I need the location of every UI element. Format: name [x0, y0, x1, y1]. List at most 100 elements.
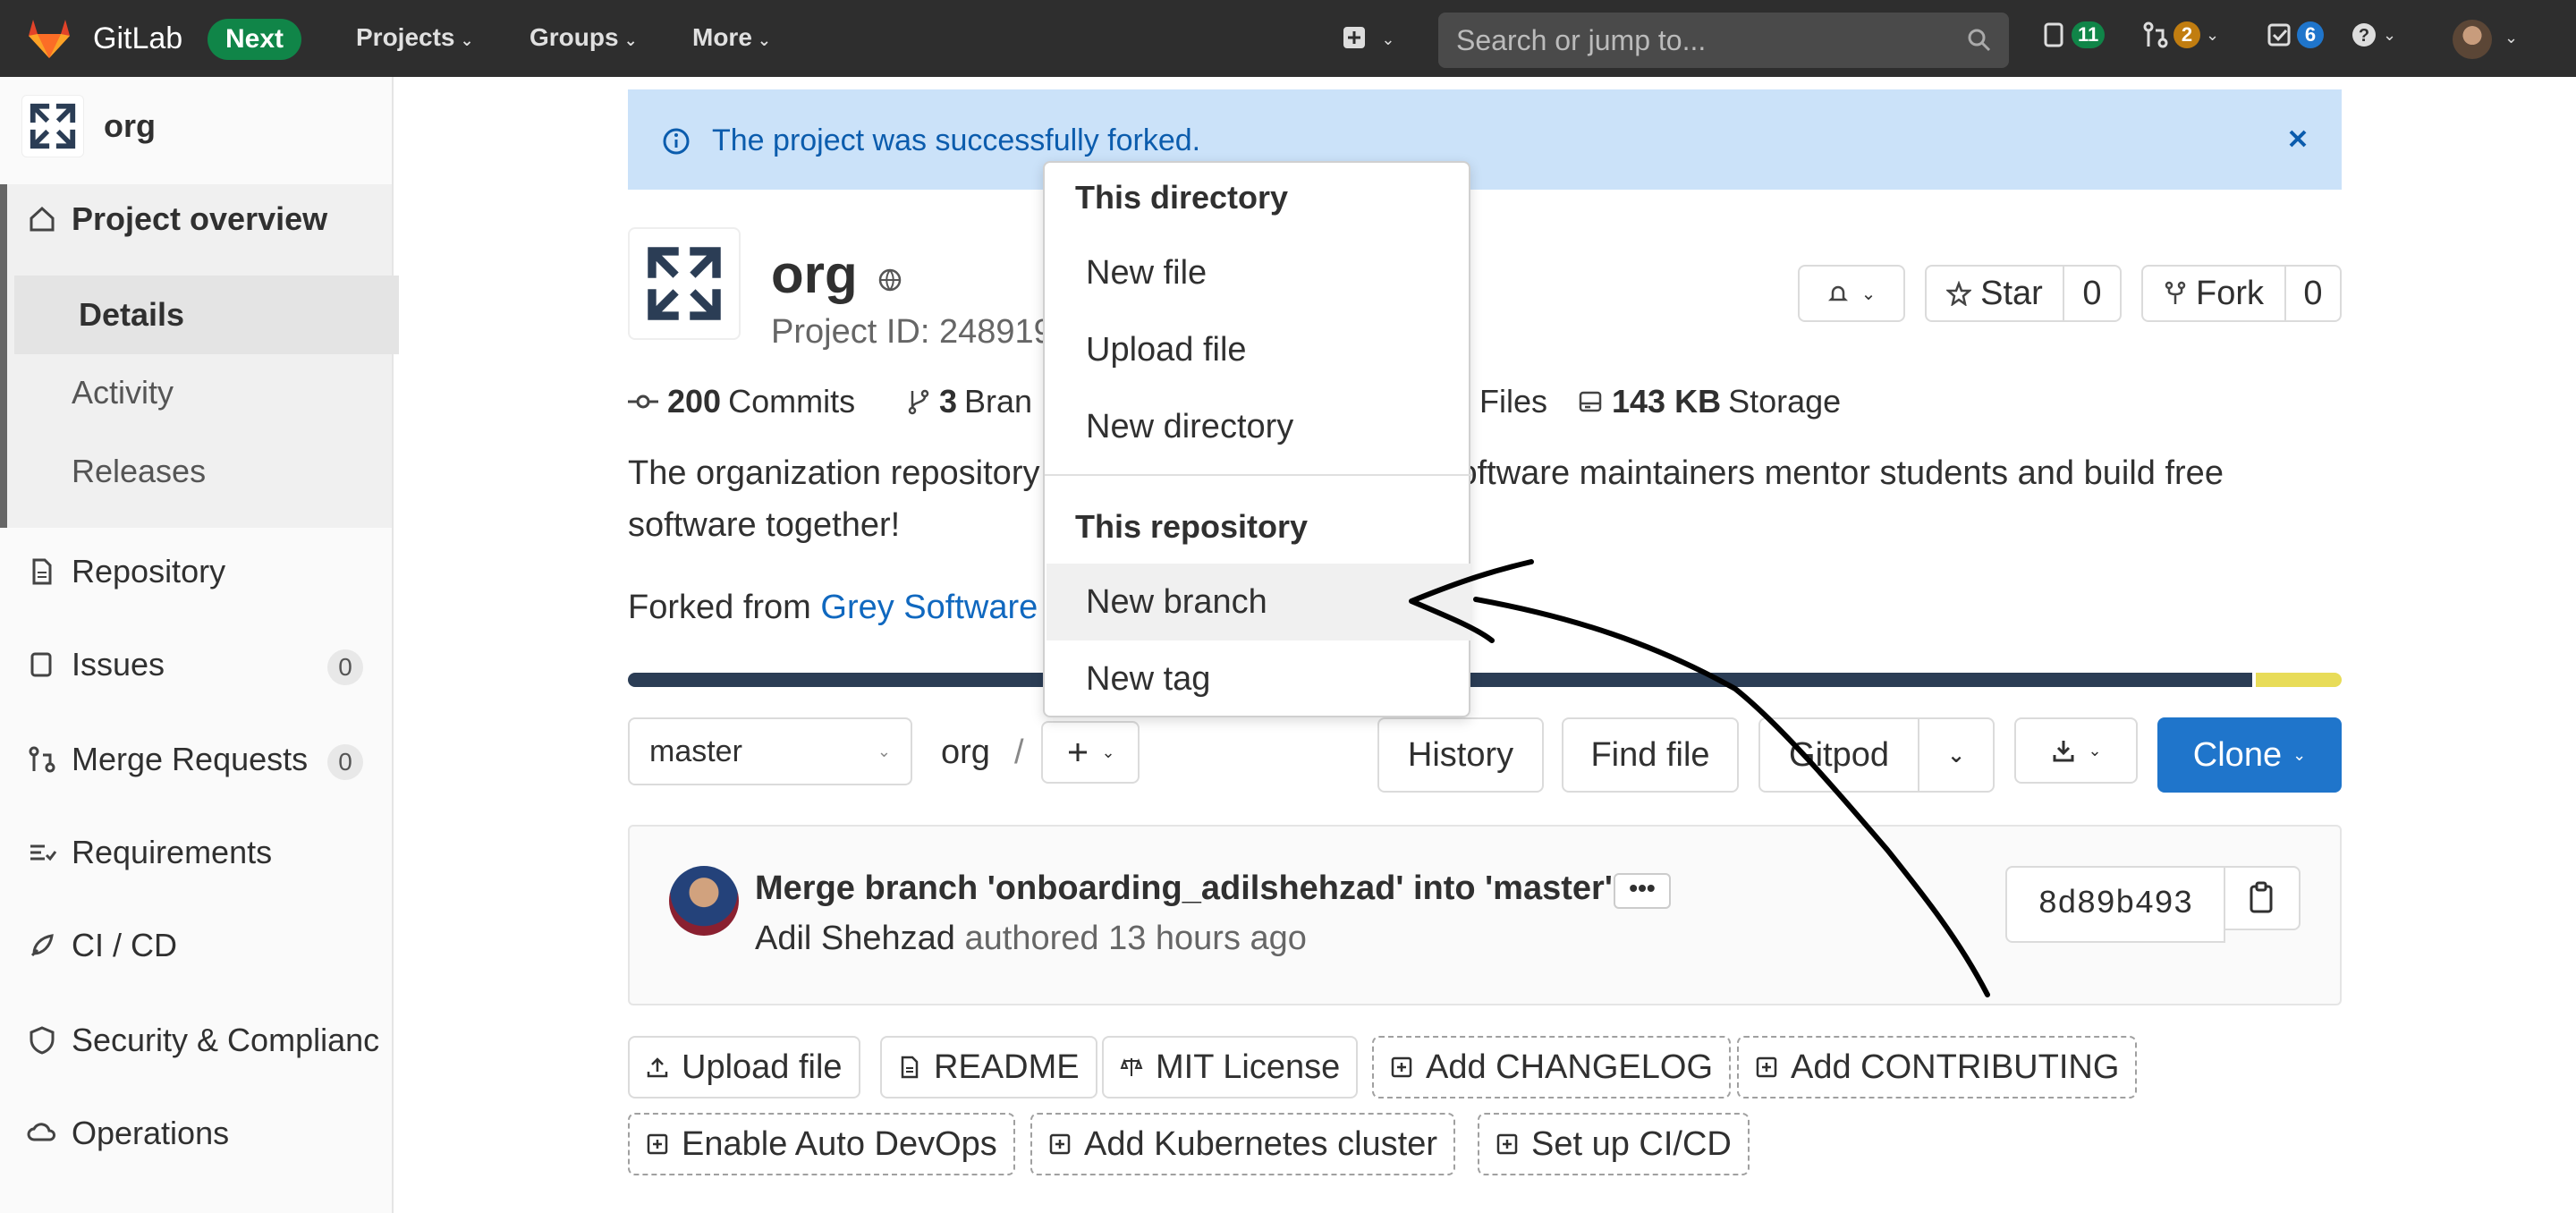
user-avatar[interactable] [2453, 20, 2492, 59]
commit-meta: Adil Shehzad authored 13 hours ago [755, 920, 1307, 958]
star-icon [1946, 281, 1972, 306]
chevron-down-icon[interactable]: ⌄ [2504, 29, 2518, 47]
chevron-down-icon: ⌄ [460, 31, 474, 49]
new-dropdown-button[interactable]: ⌄ [1342, 21, 1394, 52]
commit-author[interactable]: Adil Shehzad [755, 920, 955, 957]
sidebar-subitem-details[interactable]: Details [14, 276, 399, 354]
issues-count-badge: 0 [327, 649, 363, 685]
add-to-tree-button[interactable]: ⌄ [1041, 721, 1140, 784]
sidebar-item-repository[interactable]: Repository [27, 553, 225, 590]
repo-path[interactable]: org [941, 734, 990, 772]
download-icon [2053, 741, 2074, 762]
stat-storage[interactable]: 143 KB Storage [1578, 383, 1841, 420]
fork-count[interactable]: 0 [2286, 267, 2340, 320]
sidebar-subitem-activity[interactable]: Activity [72, 374, 174, 411]
nav-projects[interactable]: Projects ⌄ [356, 23, 474, 52]
gitpod-button[interactable]: Gitpod [1760, 719, 1919, 791]
commit-ellipsis-button[interactable]: ••• [1614, 873, 1671, 909]
fork-success-alert: The project was successfully forked. [628, 89, 2342, 190]
branch-name: master [649, 734, 742, 768]
plus-square-icon [647, 1133, 668, 1155]
copy-sha-button[interactable] [2224, 866, 2301, 930]
sidebar-item-issues[interactable]: Issues [27, 646, 165, 683]
enable-auto-devops-button[interactable]: Enable Auto DevOps [628, 1113, 1015, 1175]
search-box[interactable] [1438, 13, 2009, 68]
sidebar-item-project-overview[interactable]: Project overview [27, 200, 327, 238]
path-separator: / [1014, 734, 1024, 771]
sidebar-item-security-compliance[interactable]: Security & Complianc [27, 1022, 394, 1059]
find-file-button[interactable]: Find file [1562, 717, 1739, 793]
sidebar-item-operations[interactable]: Operations [27, 1115, 229, 1152]
star-count[interactable]: 0 [2064, 267, 2120, 320]
sidebar-item-ci-cd[interactable]: CI / CD [27, 927, 177, 964]
chevron-down-icon: ⌄ [757, 31, 771, 49]
help-button[interactable]: ? ⌄ [2351, 21, 2396, 48]
commit-time: authored 13 hours ago [964, 920, 1307, 957]
nav-todos-counter[interactable]: 6 [2267, 21, 2324, 48]
language-bar-segment [2256, 673, 2342, 687]
add-to-tree-dropdown: This directory New file Upload file New … [1043, 161, 1472, 717]
branches-label: Bran [964, 383, 1033, 420]
add-contributing-button[interactable]: Add CONTRIBUTING [1737, 1036, 2138, 1098]
nav-groups[interactable]: Groups ⌄ [530, 23, 638, 52]
history-button[interactable]: History [1377, 717, 1544, 793]
dropdown-item-new-directory[interactable]: New directory [1046, 388, 1470, 465]
mit-license-button[interactable]: MIT License [1102, 1036, 1359, 1098]
commit-title[interactable]: Merge branch 'onboarding_adilshehzad' in… [755, 869, 1613, 908]
close-icon[interactable] [2284, 125, 2311, 152]
forked-from-link[interactable]: Grey Software [820, 589, 1038, 626]
shield-icon [30, 1026, 55, 1055]
nav-issues-counter[interactable]: 11 [2043, 21, 2106, 48]
issues-icon [2044, 22, 2063, 47]
star-button[interactable]: Star [1927, 267, 2064, 320]
sidebar-project-overview-section: Project overview Details Activity Releas… [0, 184, 399, 528]
dropdown-item-new-tag[interactable]: New tag [1046, 640, 1470, 717]
project-id: Project ID: 248919 [771, 313, 1053, 351]
add-kubernetes-cluster-button[interactable]: Add Kubernetes cluster [1030, 1113, 1456, 1175]
stat-files[interactable]: Files [1479, 383, 1547, 420]
nav-mr-counter[interactable]: 2 ⌄ [2143, 21, 2219, 48]
merge-request-icon [2143, 21, 2168, 48]
help-icon: ? [2352, 23, 2376, 47]
stat-branches[interactable]: 3 Bran [907, 383, 1032, 420]
sidebar-item-label: Issues [72, 646, 165, 683]
set-up-ci-cd-button[interactable]: Set up CI/CD [1478, 1113, 1750, 1175]
sidebar-project-header[interactable]: org [21, 95, 156, 157]
brand-name[interactable]: GitLab [93, 21, 182, 56]
sidebar-subitem-releases[interactable]: Releases [72, 453, 206, 490]
branch-selector[interactable]: master ⌄ [628, 717, 912, 785]
fork-button[interactable]: Fork [2143, 267, 2286, 320]
download-button[interactable]: ⌄ [2014, 717, 2138, 784]
plus-icon [1069, 743, 1088, 761]
language-bar [628, 673, 2342, 687]
storage-size: 143 KB [1612, 383, 1722, 420]
storage-label: Storage [1728, 383, 1842, 420]
clone-button[interactable]: Clone ⌄ [2157, 717, 2342, 793]
gitlab-logo-icon[interactable] [27, 18, 72, 59]
dropdown-header-directory: This directory [1075, 179, 1289, 216]
dropdown-item-new-file[interactable]: New file [1046, 234, 1470, 311]
nav-more[interactable]: More ⌄ [692, 23, 771, 52]
commit-sha[interactable]: 8d89b493 [2005, 866, 2225, 943]
search-input[interactable] [1438, 13, 2009, 68]
upload-file-button[interactable]: Upload file [628, 1036, 860, 1098]
readme-button[interactable]: README [880, 1036, 1097, 1098]
dropdown-item-upload-file[interactable]: Upload file [1046, 311, 1470, 388]
add-changelog-button[interactable]: Add CHANGELOG [1372, 1036, 1731, 1098]
sidebar-item-merge-requests[interactable]: Merge Requests [27, 741, 308, 778]
plus-square-icon [1391, 1056, 1412, 1078]
dropdown-item-new-branch[interactable]: New branch [1046, 564, 1470, 640]
sidebar-item-requirements[interactable]: Requirements [27, 834, 272, 871]
gitpod-chevron-down-icon[interactable]: ⌄ [1919, 719, 1993, 791]
commit-author-avatar[interactable] [669, 866, 739, 936]
add-changelog-label: Add CHANGELOG [1426, 1048, 1713, 1086]
merge-requests-count-badge: 0 [327, 744, 363, 780]
notification-button[interactable]: ⌄ [1798, 265, 1905, 322]
next-badge[interactable]: Next [208, 19, 302, 60]
set-up-ci-cd-label: Set up CI/CD [1531, 1124, 1732, 1163]
star-button-group: Star 0 [1925, 265, 2122, 322]
storage-icon [1579, 391, 1602, 412]
sidebar-item-label: Merge Requests [72, 741, 309, 777]
stat-commits[interactable]: 200 Commits [628, 383, 855, 420]
search-icon [1968, 29, 1991, 52]
